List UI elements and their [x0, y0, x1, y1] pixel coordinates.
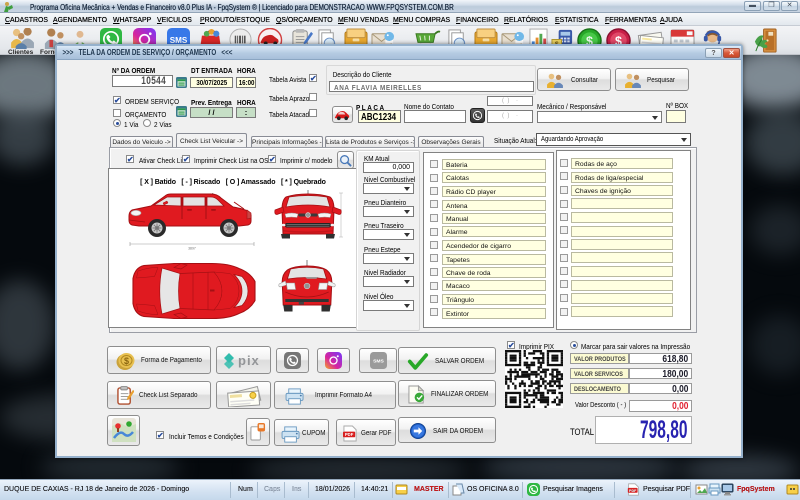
svg-text:pix: pix	[238, 353, 260, 368]
svg-text:PDF: PDF	[345, 432, 354, 437]
svg-text:PDF: PDF	[629, 489, 637, 493]
svg-text:SMS: SMS	[373, 359, 384, 365]
svg-text:3897: 3897	[188, 247, 196, 251]
svg-text:$: $	[124, 356, 129, 366]
